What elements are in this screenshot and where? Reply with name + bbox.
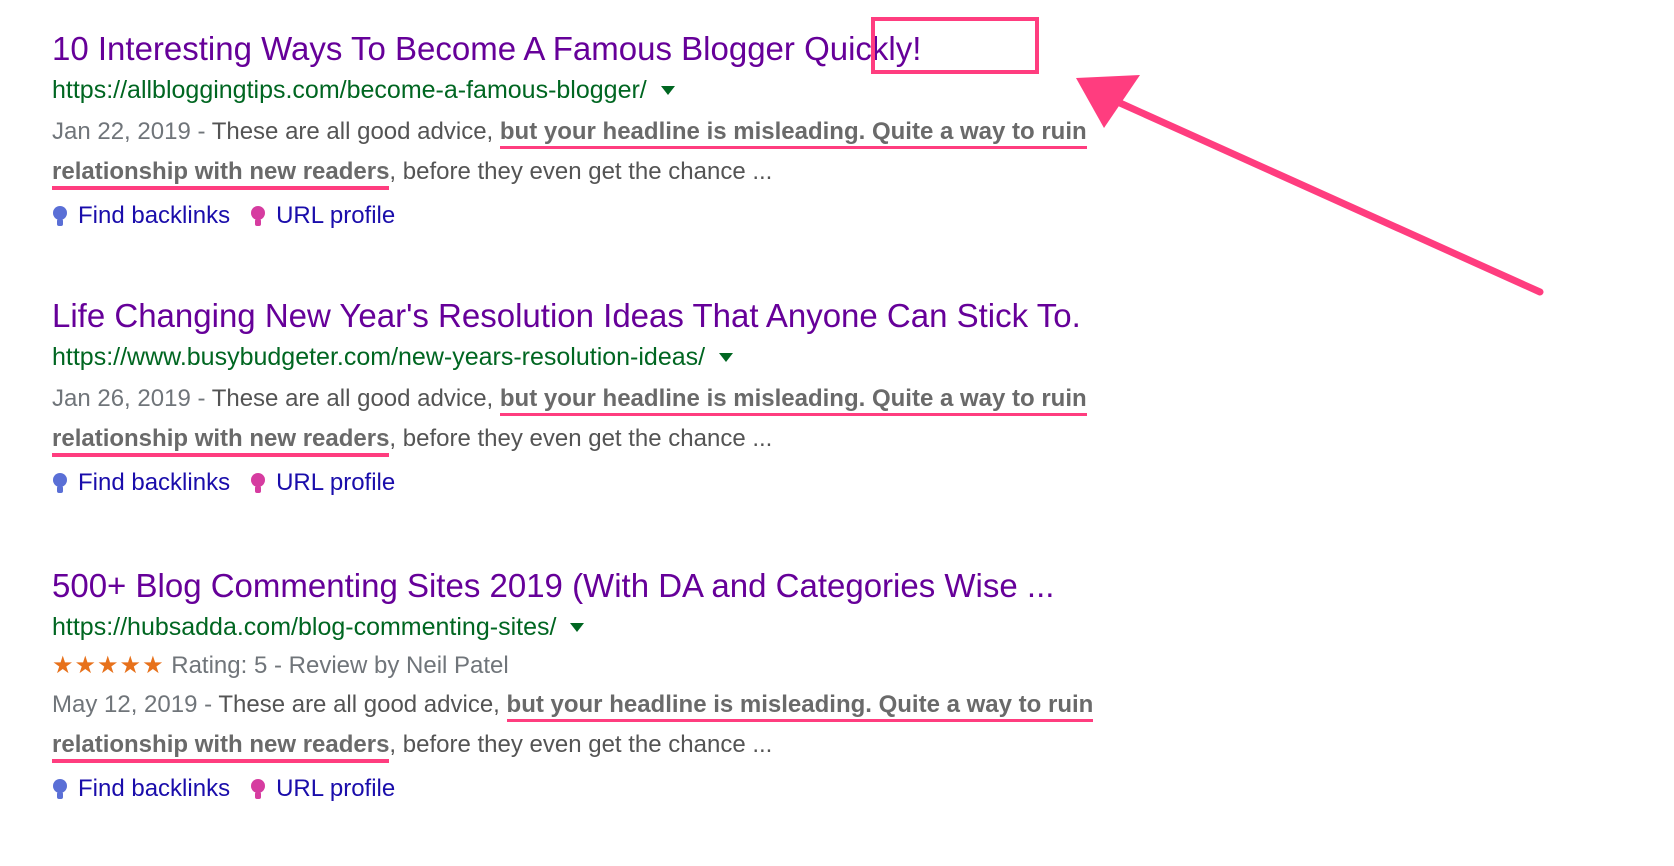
dropdown-arrow-icon[interactable] xyxy=(719,352,734,362)
url-profile-link[interactable]: URL profile xyxy=(250,202,395,230)
result-title-link[interactable]: Life Changing New Year's Resolution Idea… xyxy=(52,296,1212,336)
snippet-highlight-1: but your headline is misleading. Quite a… xyxy=(499,118,1087,149)
snippet-tail: , before they even get the chance ... xyxy=(389,158,773,185)
snippet-lead: These are all good advice, xyxy=(211,385,500,412)
result-url-row: https://www.busybudgeter.com/new-years-r… xyxy=(52,341,1212,373)
result-snippet: May 12, 2019 - These are all good advice… xyxy=(52,685,1212,765)
find-backlinks-label: Find backlinks xyxy=(78,202,231,229)
result-url[interactable]: https://hubsadda.com/blog-commenting-sit… xyxy=(52,613,556,642)
snippet-highlight-2: relationship with new readers xyxy=(52,425,390,457)
snippet-separator: - xyxy=(190,385,212,412)
result-title-text: 10 Interesting Ways To Become A Famous B… xyxy=(52,30,795,67)
search-result-3: 500+ Blog Commenting Sites 2019 (With DA… xyxy=(52,566,1212,805)
result-snippet: Jan 26, 2019 - These are all good advice… xyxy=(52,379,1212,459)
url-profile-icon xyxy=(251,206,266,226)
snippet-separator: - xyxy=(190,118,212,145)
result-tools-row: Find backlinks URL profile xyxy=(52,200,1212,232)
backlinks-icon xyxy=(53,206,67,226)
snippet-highlight-2: relationship with new readers xyxy=(52,158,390,190)
result-tools-row: Find backlinks URL profile xyxy=(52,467,1212,499)
result-url-row: https://hubsadda.com/blog-commenting-sit… xyxy=(52,611,1212,643)
snippet-date: May 12, 2019 xyxy=(52,691,198,718)
find-backlinks-label: Find backlinks xyxy=(78,775,231,802)
find-backlinks-link[interactable]: Find backlinks xyxy=(52,775,230,803)
url-profile-icon xyxy=(251,779,266,799)
dropdown-arrow-icon[interactable] xyxy=(570,622,585,632)
rating-text: Rating: 5 - Review by Neil Patel xyxy=(171,652,509,679)
result-url-row: https://allbloggingtips.com/become-a-fam… xyxy=(52,74,1212,106)
find-backlinks-link[interactable]: Find backlinks xyxy=(52,469,230,497)
url-profile-label: URL profile xyxy=(276,775,396,802)
find-backlinks-label: Find backlinks xyxy=(78,469,231,496)
find-backlinks-link[interactable]: Find backlinks xyxy=(52,202,230,230)
snippet-separator: - xyxy=(197,691,219,718)
url-profile-link[interactable]: URL profile xyxy=(250,469,395,497)
result-url[interactable]: https://www.busybudgeter.com/new-years-r… xyxy=(52,343,705,372)
result-snippet: Jan 22, 2019 - These are all good advice… xyxy=(52,112,1212,192)
annotation-highlight-box xyxy=(871,17,1039,74)
snippet-date: Jan 26, 2019 xyxy=(52,385,191,412)
url-profile-icon xyxy=(251,473,266,493)
dropdown-arrow-icon[interactable] xyxy=(660,85,675,95)
result-rating-row: ★★★★★ Rating: 5 - Review by Neil Patel xyxy=(52,649,1212,683)
result-url[interactable]: https://allbloggingtips.com/become-a-fam… xyxy=(52,76,647,105)
snippet-date: Jan 22, 2019 xyxy=(52,118,191,145)
backlinks-icon xyxy=(53,779,67,799)
url-profile-link[interactable]: URL profile xyxy=(250,775,395,803)
snippet-lead: These are all good advice, xyxy=(218,691,507,718)
backlinks-icon xyxy=(53,473,67,493)
star-rating-icon: ★★★★★ xyxy=(52,652,165,679)
url-profile-label: URL profile xyxy=(276,202,396,229)
snippet-lead: These are all good advice, xyxy=(211,118,500,145)
snippet-highlight-1: but your headline is misleading. Quite a… xyxy=(499,385,1087,416)
snippet-highlight-2: relationship with new readers xyxy=(52,731,390,763)
search-result-2: Life Changing New Year's Resolution Idea… xyxy=(52,296,1212,499)
result-title-link[interactable]: 500+ Blog Commenting Sites 2019 (With DA… xyxy=(52,566,1212,606)
url-profile-label: URL profile xyxy=(276,469,396,496)
result-tools-row: Find backlinks URL profile xyxy=(52,773,1212,805)
snippet-tail: , before they even get the chance ... xyxy=(389,425,773,452)
snippet-tail: , before they even get the chance ... xyxy=(389,731,773,758)
snippet-highlight-1: but your headline is misleading. Quite a… xyxy=(506,691,1094,722)
